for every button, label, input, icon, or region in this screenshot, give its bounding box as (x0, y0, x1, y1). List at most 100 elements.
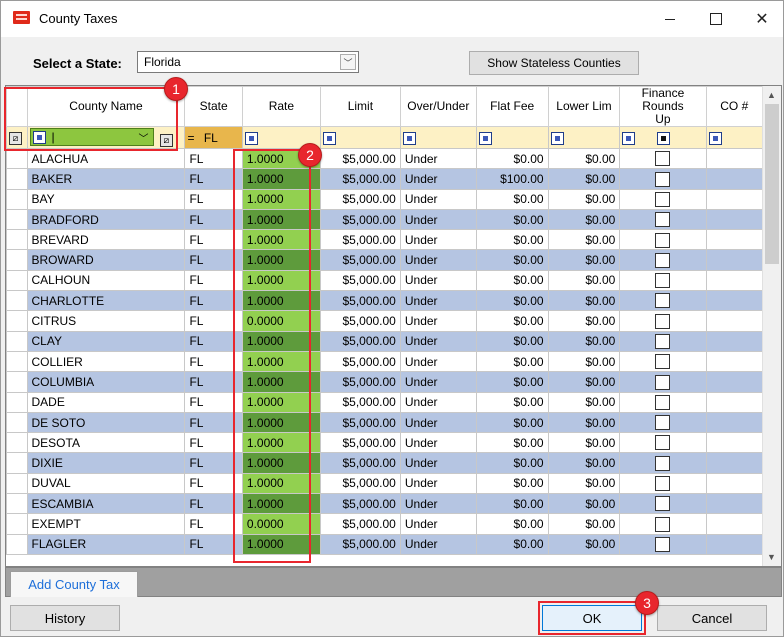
cell-flat-fee[interactable]: $0.00 (475, 493, 549, 515)
cell-co-number[interactable] (705, 350, 764, 373)
cell-over-under[interactable]: Under (399, 452, 477, 474)
cell-finance-rounds-up[interactable] (619, 249, 707, 271)
column-header-lower-lim[interactable]: Lower Lim (547, 86, 621, 127)
cell-limit[interactable]: $5,000.00 (319, 290, 401, 312)
cell-over-under[interactable]: Under (399, 371, 477, 393)
cell-flat-fee[interactable]: $0.00 (475, 391, 549, 413)
cell-limit[interactable]: $5,000.00 (319, 168, 401, 190)
cell-state[interactable]: FL (184, 411, 243, 434)
cell-finance-rounds-up[interactable] (619, 168, 707, 190)
cell-county-name[interactable]: DUVAL (26, 472, 186, 495)
row-header[interactable] (6, 310, 28, 332)
cell-flat-fee[interactable]: $0.00 (475, 472, 549, 495)
table-row[interactable]: BREVARD FL 1.0000 $5,000.00 Under $0.00 $0.00 (6, 229, 764, 251)
cell-flat-fee[interactable]: $0.00 (475, 310, 549, 332)
cell-rate[interactable]: 1.0000 (241, 493, 321, 515)
cell-state[interactable]: FL (184, 147, 243, 170)
table-row[interactable]: DE SOTO FL 1.0000 $5,000.00 Under $0.00 $0.00 (6, 411, 764, 434)
cell-lower-lim[interactable]: $0.00 (547, 229, 621, 251)
cell-county-name[interactable]: EXEMPT (26, 513, 186, 535)
cell-state[interactable]: FL (184, 432, 243, 454)
cell-over-under[interactable]: Under (399, 310, 477, 332)
cell-flat-fee[interactable]: $0.00 (475, 513, 549, 535)
cell-limit[interactable]: $5,000.00 (319, 493, 401, 515)
cell-limit[interactable]: $5,000.00 (319, 330, 401, 352)
finance-rounds-up-checkbox[interactable] (655, 212, 671, 228)
over-under-filter-cell[interactable] (399, 126, 477, 149)
co-filter-cell[interactable] (705, 126, 764, 149)
cell-over-under[interactable]: Under (399, 350, 477, 373)
cell-flat-fee[interactable]: $0.00 (475, 411, 549, 434)
cell-finance-rounds-up[interactable] (619, 371, 707, 393)
clear-filter-icon[interactable]: ⧄ (9, 131, 22, 145)
cell-county-name[interactable]: DIXIE (26, 452, 186, 474)
column-header-finance-rounds-up[interactable]: Finance Rounds Up (619, 86, 707, 127)
cell-flat-fee[interactable]: $0.00 (475, 533, 549, 555)
cell-over-under[interactable]: Under (399, 472, 477, 495)
cell-rate[interactable]: 0.0000 (241, 513, 321, 535)
finance-rounds-up-checkbox[interactable] (655, 333, 671, 349)
finance-filter-cell[interactable] (619, 126, 707, 149)
cell-rate[interactable]: 0.0000 (241, 310, 321, 332)
cell-over-under[interactable]: Under (399, 188, 477, 210)
cell-lower-lim[interactable]: $0.00 (547, 371, 621, 393)
cell-co-number[interactable] (705, 411, 764, 434)
filter-operator-icon[interactable] (708, 131, 722, 145)
cell-state[interactable]: FL (184, 168, 243, 190)
cell-county-name[interactable]: BROWARD (26, 249, 186, 271)
cell-state[interactable]: FL (184, 350, 243, 373)
cell-lower-lim[interactable]: $0.00 (547, 533, 621, 555)
table-row[interactable]: FLAGLER FL 1.0000 $5,000.00 Under $0.00 $0.00 (6, 533, 764, 555)
maximize-icon[interactable] (693, 1, 739, 37)
cell-state[interactable]: FL (184, 533, 243, 555)
finance-rounds-up-checkbox[interactable] (655, 252, 671, 268)
cell-over-under[interactable]: Under (399, 269, 477, 292)
cell-lower-lim[interactable]: $0.00 (547, 391, 621, 413)
table-row[interactable]: BAY FL 1.0000 $5,000.00 Under $0.00 $0.00 (6, 188, 764, 210)
table-row[interactable]: EXEMPT FL 0.0000 $5,000.00 Under $0.00 $0.00 (6, 513, 764, 535)
cell-rate[interactable]: 1.0000 (241, 432, 321, 454)
cell-over-under[interactable]: Under (399, 147, 477, 170)
cell-co-number[interactable] (705, 290, 764, 312)
cell-flat-fee[interactable]: $0.00 (475, 269, 549, 292)
cell-co-number[interactable] (705, 371, 764, 393)
cell-state[interactable]: FL (184, 391, 243, 413)
cell-over-under[interactable]: Under (399, 168, 477, 190)
cell-county-name[interactable]: DADE (26, 391, 186, 413)
cell-co-number[interactable] (705, 493, 764, 515)
vertical-scrollbar[interactable]: ▲ ▼ (762, 86, 781, 566)
column-header-over-under[interactable]: Over/Under (399, 86, 477, 127)
finance-rounds-up-checkbox[interactable] (655, 293, 671, 309)
cell-finance-rounds-up[interactable] (619, 188, 707, 210)
table-row[interactable]: COLLIER FL 1.0000 $5,000.00 Under $0.00 $0.00 (6, 350, 764, 373)
row-header[interactable] (6, 249, 28, 271)
finance-rounds-up-checkbox[interactable] (655, 313, 671, 329)
cell-limit[interactable]: $5,000.00 (319, 371, 401, 393)
row-header[interactable] (6, 269, 28, 292)
cell-limit[interactable]: $5,000.00 (319, 229, 401, 251)
cell-county-name[interactable]: DESOTA (26, 432, 186, 454)
cell-state[interactable]: FL (184, 208, 243, 231)
cell-flat-fee[interactable]: $0.00 (475, 452, 549, 474)
cell-finance-rounds-up[interactable] (619, 391, 707, 413)
filter-operator-icon[interactable] (244, 131, 258, 145)
cell-finance-rounds-up[interactable] (619, 513, 707, 535)
cell-over-under[interactable]: Under (399, 513, 477, 535)
cell-flat-fee[interactable]: $0.00 (475, 330, 549, 352)
row-header[interactable] (6, 513, 28, 535)
cell-county-name[interactable]: BRADFORD (26, 208, 186, 231)
lower-lim-filter-cell[interactable] (547, 126, 621, 149)
cell-finance-rounds-up[interactable] (619, 493, 707, 515)
cell-co-number[interactable] (705, 513, 764, 535)
column-header-limit[interactable]: Limit (319, 86, 401, 127)
county-filter-combo[interactable]: | ﹀ (29, 128, 154, 147)
cell-lower-lim[interactable]: $0.00 (547, 452, 621, 474)
cell-finance-rounds-up[interactable] (619, 533, 707, 555)
scroll-up-icon[interactable]: ▲ (767, 90, 776, 100)
history-button[interactable]: History (10, 605, 120, 631)
cell-finance-rounds-up[interactable] (619, 208, 707, 231)
filter-operator-icon[interactable] (402, 131, 416, 145)
cell-co-number[interactable] (705, 269, 764, 292)
scroll-down-icon[interactable]: ▼ (767, 552, 776, 562)
cell-flat-fee[interactable]: $0.00 (475, 208, 549, 231)
